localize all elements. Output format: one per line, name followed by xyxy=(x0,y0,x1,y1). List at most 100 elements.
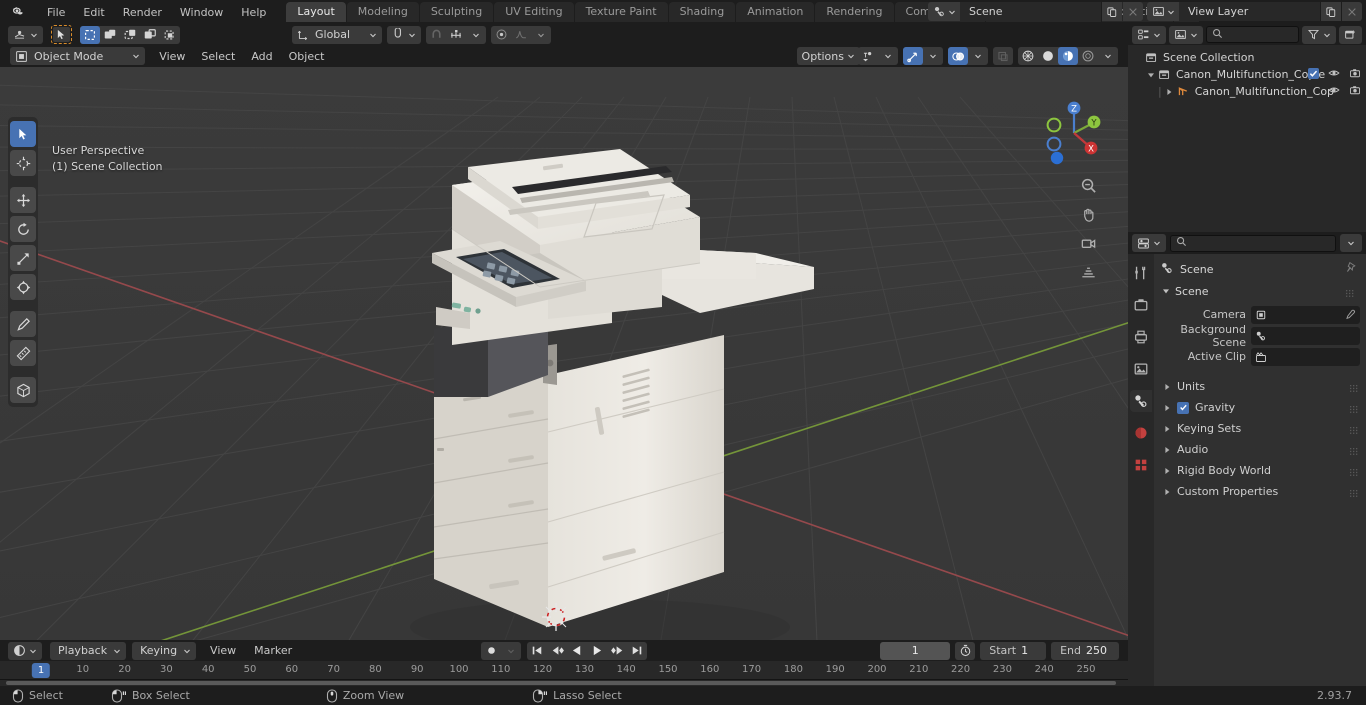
object-types-visibility-icon[interactable] xyxy=(858,47,878,65)
select-invert-icon[interactable] xyxy=(140,26,160,44)
tweak-select-tool-icon[interactable] xyxy=(10,121,36,147)
timeline-ruler[interactable]: 10 20 30 40 50 60 70 80 90 100 110 120 130 140 150 160 1… xyxy=(0,661,1128,680)
workspace-tab-modeling[interactable]: Modeling xyxy=(346,2,419,22)
play-reverse-icon[interactable] xyxy=(567,642,587,660)
cursor-tool-icon[interactable] xyxy=(10,150,36,176)
render-properties-tab[interactable] xyxy=(1130,294,1152,316)
timeline-menu-playback[interactable]: Playback xyxy=(50,641,127,660)
outliner-filter-scenes[interactable] xyxy=(1169,25,1203,44)
disclosure-expanded-icon[interactable] xyxy=(1145,71,1156,79)
overlays-group[interactable] xyxy=(948,47,988,65)
workspace-tab-rendering[interactable]: Rendering xyxy=(815,2,894,22)
overlays-icon[interactable] xyxy=(948,47,968,65)
start-frame-field[interactable]: Start 1 xyxy=(980,641,1047,660)
workspace-tab-shading[interactable]: Shading xyxy=(668,2,736,22)
properties-editor-type[interactable] xyxy=(1132,234,1166,252)
proportional-edit-icon[interactable] xyxy=(491,26,511,44)
shading-rendered-icon[interactable] xyxy=(1078,47,1098,65)
disclosure-collapsed-icon[interactable] xyxy=(1163,425,1171,433)
scene-name-field[interactable]: Scene xyxy=(961,2,1101,21)
pan-hand-icon[interactable] xyxy=(1078,204,1098,224)
tweak-tool-button[interactable] xyxy=(51,25,72,44)
shading-material-preview-icon[interactable] xyxy=(1058,47,1078,65)
menu-file[interactable]: File xyxy=(38,4,74,21)
unlink-scene-button[interactable] xyxy=(1123,2,1143,21)
outliner-row[interactable]: Canon_Multifunction_Copier_i xyxy=(1128,66,1366,83)
outliner-row[interactable]: Scene Collection xyxy=(1128,49,1366,66)
property-section-units[interactable]: Units xyxy=(1154,376,1366,397)
shading-wireframe-icon[interactable] xyxy=(1018,47,1038,65)
view-layer-selector[interactable]: View Layer xyxy=(1147,2,1362,21)
snap-toggle[interactable] xyxy=(387,25,422,44)
annotate-tool-icon[interactable] xyxy=(10,311,36,337)
auto-keying-group[interactable] xyxy=(481,641,521,660)
play-icon[interactable] xyxy=(587,642,607,660)
move-tool-icon[interactable] xyxy=(10,187,36,213)
viewport-menu-object[interactable]: Object xyxy=(281,48,333,65)
outliner-filter-button[interactable] xyxy=(1302,25,1336,44)
property-value-field[interactable] xyxy=(1251,305,1360,324)
outliner-search-input[interactable] xyxy=(1206,26,1299,43)
new-scene-button[interactable] xyxy=(1102,2,1122,21)
use-preview-range-icon[interactable] xyxy=(955,642,975,660)
properties-options-button[interactable] xyxy=(1340,234,1362,252)
chevron-down-icon[interactable] xyxy=(501,642,521,660)
section-checkbox[interactable] xyxy=(1177,401,1189,414)
transform-orientation-selector[interactable]: Global xyxy=(292,25,383,44)
view-layer-name-field[interactable]: View Layer xyxy=(1180,2,1320,21)
menu-render[interactable]: Render xyxy=(114,4,171,21)
menu-edit[interactable]: Edit xyxy=(74,4,113,21)
jump-to-start-icon[interactable] xyxy=(527,642,547,660)
outliner-display-mode-selector[interactable] xyxy=(1132,25,1166,44)
scene-panel-header[interactable]: Scene xyxy=(1156,281,1362,301)
chevron-down-icon[interactable] xyxy=(531,26,551,44)
editor-type-selector[interactable] xyxy=(8,25,43,44)
shading-solid-icon[interactable] xyxy=(1038,47,1058,65)
camera-render-icon[interactable] xyxy=(1349,67,1361,82)
gizmo-icon[interactable] xyxy=(903,47,923,65)
viewport-menu-view[interactable]: View xyxy=(151,48,193,65)
snap-increment-icon[interactable] xyxy=(446,26,466,44)
select-box-icon[interactable] xyxy=(80,25,100,44)
object-properties-tab[interactable] xyxy=(1130,454,1152,476)
end-frame-field[interactable]: End 250 xyxy=(1051,641,1119,660)
select-intersect-icon[interactable] xyxy=(160,26,180,44)
add-cube-tool-icon[interactable] xyxy=(10,377,36,403)
object-mode-selector[interactable]: Object Mode xyxy=(10,47,146,65)
eye-icon[interactable] xyxy=(1328,84,1340,99)
transform-tool-icon[interactable] xyxy=(10,274,36,300)
camera-render-icon[interactable] xyxy=(1349,84,1361,99)
property-value-field[interactable] xyxy=(1251,326,1360,345)
chevron-down-icon[interactable] xyxy=(878,47,898,65)
tool-properties-tab[interactable] xyxy=(1130,262,1152,284)
magnet-icon[interactable] xyxy=(426,26,446,44)
view-layer-properties-tab[interactable] xyxy=(1130,358,1152,380)
toggle-ortho-icon[interactable] xyxy=(1078,262,1098,282)
eye-icon[interactable] xyxy=(1328,67,1340,82)
workspace-tab-animation[interactable]: Animation xyxy=(736,2,815,22)
property-section-gravity[interactable]: Gravity xyxy=(1154,397,1366,418)
workspace-tab-sculpting[interactable]: Sculpting xyxy=(419,2,494,22)
viewport-menu-select[interactable]: Select xyxy=(193,48,243,65)
outliner-row[interactable]: | Canon_Multifunction_Cop xyxy=(1128,83,1366,100)
zoom-icon[interactable] xyxy=(1078,175,1098,195)
xray-icon[interactable] xyxy=(993,47,1013,65)
select-extend-icon[interactable] xyxy=(100,26,120,44)
use-preview-range-toggle[interactable] xyxy=(955,641,976,660)
measure-tool-icon[interactable] xyxy=(10,340,36,366)
world-properties-tab[interactable] xyxy=(1130,422,1152,444)
properties-search-input[interactable] xyxy=(1170,234,1336,252)
scene-properties-tab[interactable] xyxy=(1130,390,1152,412)
timeline-menu-view[interactable]: View xyxy=(202,642,244,659)
property-section-rigid-body-world[interactable]: Rigid Body World xyxy=(1154,460,1366,481)
timeline-playhead[interactable]: 1 xyxy=(31,663,51,678)
disclosure-collapsed-icon[interactable] xyxy=(1163,467,1171,475)
select-subtract-icon[interactable] xyxy=(120,26,140,44)
workspace-tab-texture-paint[interactable]: Texture Paint xyxy=(574,2,668,22)
navigation-gizmo[interactable]: Z Y X xyxy=(1038,97,1110,169)
new-collection-button[interactable] xyxy=(1339,25,1362,44)
scene-selector[interactable]: Scene xyxy=(928,2,1143,21)
record-icon[interactable] xyxy=(481,642,501,660)
menu-help[interactable]: Help xyxy=(232,4,275,21)
smooth-falloff-icon[interactable] xyxy=(511,26,531,44)
